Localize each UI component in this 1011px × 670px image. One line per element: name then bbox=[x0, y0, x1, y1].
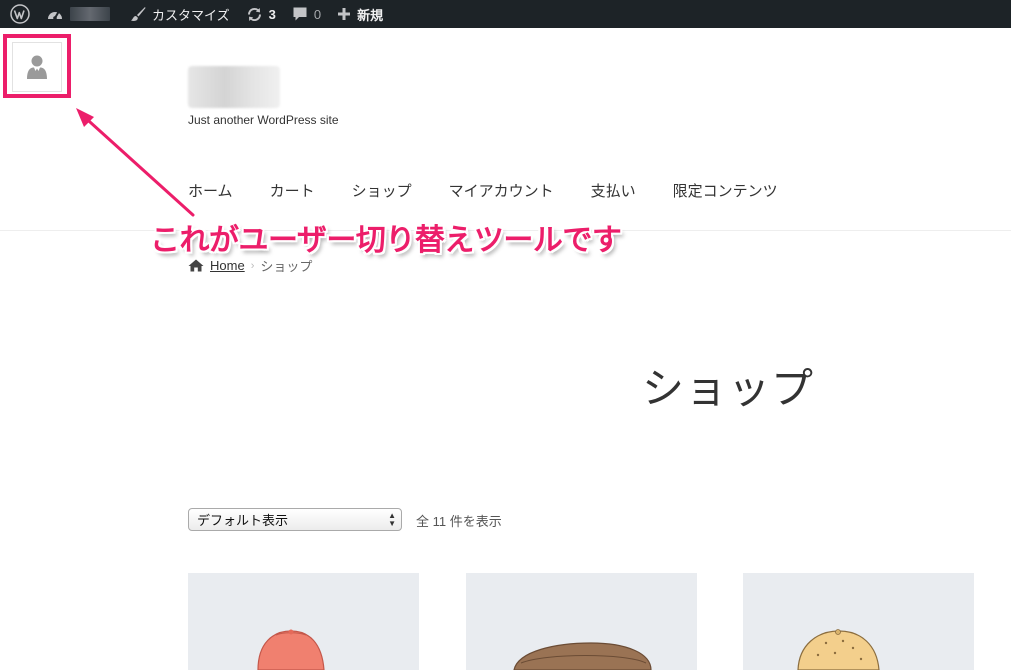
site-name-redacted bbox=[70, 7, 110, 21]
annotation-callout: これがユーザー切り替えツールです bbox=[150, 224, 622, 257]
cap-yellow-icon bbox=[797, 629, 880, 670]
wp-logo-menu[interactable] bbox=[0, 0, 38, 28]
site-tagline: Just another WordPress site bbox=[188, 113, 339, 127]
product-card[interactable] bbox=[188, 573, 419, 670]
belt-brown-icon bbox=[513, 642, 652, 670]
breadcrumb-home-link[interactable]: Home bbox=[210, 258, 245, 273]
annotation-arrow-icon bbox=[74, 106, 196, 218]
nav-item-home[interactable]: ホーム bbox=[188, 180, 233, 201]
orderby-selected-value: デフォルト表示 bbox=[197, 513, 289, 528]
orderby-select[interactable]: デフォルト表示 ▲ ▼ bbox=[188, 508, 402, 531]
wordpress-icon bbox=[10, 4, 30, 24]
nav-item-cart[interactable]: カート bbox=[270, 180, 315, 201]
brush-icon bbox=[131, 7, 146, 21]
cap-pink-icon bbox=[257, 629, 325, 670]
user-switcher-inner bbox=[12, 42, 62, 92]
updates-icon bbox=[247, 7, 261, 21]
new-label: 新規 bbox=[357, 7, 384, 23]
updates-count: 3 bbox=[268, 6, 276, 22]
site-logo-redacted[interactable] bbox=[188, 66, 280, 108]
comments-count: 0 bbox=[313, 6, 322, 22]
customize-menu[interactable]: カスタマイズ bbox=[122, 0, 238, 28]
plus-icon bbox=[338, 8, 351, 20]
comments-menu[interactable]: 0 bbox=[284, 0, 329, 28]
nav-item-shop[interactable]: ショップ bbox=[352, 180, 412, 201]
result-count: 全 11 件を表示 bbox=[416, 514, 502, 529]
home-icon bbox=[188, 259, 204, 272]
nav-item-checkout[interactable]: 支払い bbox=[591, 180, 636, 201]
comment-icon bbox=[293, 7, 307, 21]
dashboard-icon bbox=[48, 11, 62, 20]
nav-item-my-account[interactable]: マイアカウント bbox=[449, 180, 554, 201]
new-content-menu[interactable]: 新規 bbox=[329, 0, 391, 28]
product-card[interactable] bbox=[466, 573, 697, 670]
product-card[interactable] bbox=[743, 573, 974, 670]
page-title: ショップ bbox=[642, 365, 815, 412]
nav-item-members-only[interactable]: 限定コンテンツ bbox=[673, 180, 778, 201]
primary-navigation: ホーム カート ショップ マイアカウント 支払い 限定コンテンツ bbox=[188, 180, 815, 201]
admin-bar: カスタマイズ 3 0 新規 bbox=[0, 0, 1011, 28]
breadcrumb-separator: › bbox=[250, 259, 255, 272]
customize-label: カスタマイズ bbox=[152, 7, 230, 23]
site-menu[interactable] bbox=[38, 0, 118, 28]
select-arrows-icon: ▲ ▼ bbox=[388, 511, 396, 528]
user-switcher-button[interactable] bbox=[3, 34, 71, 98]
updates-menu[interactable]: 3 bbox=[238, 0, 284, 28]
user-icon bbox=[27, 55, 47, 79]
